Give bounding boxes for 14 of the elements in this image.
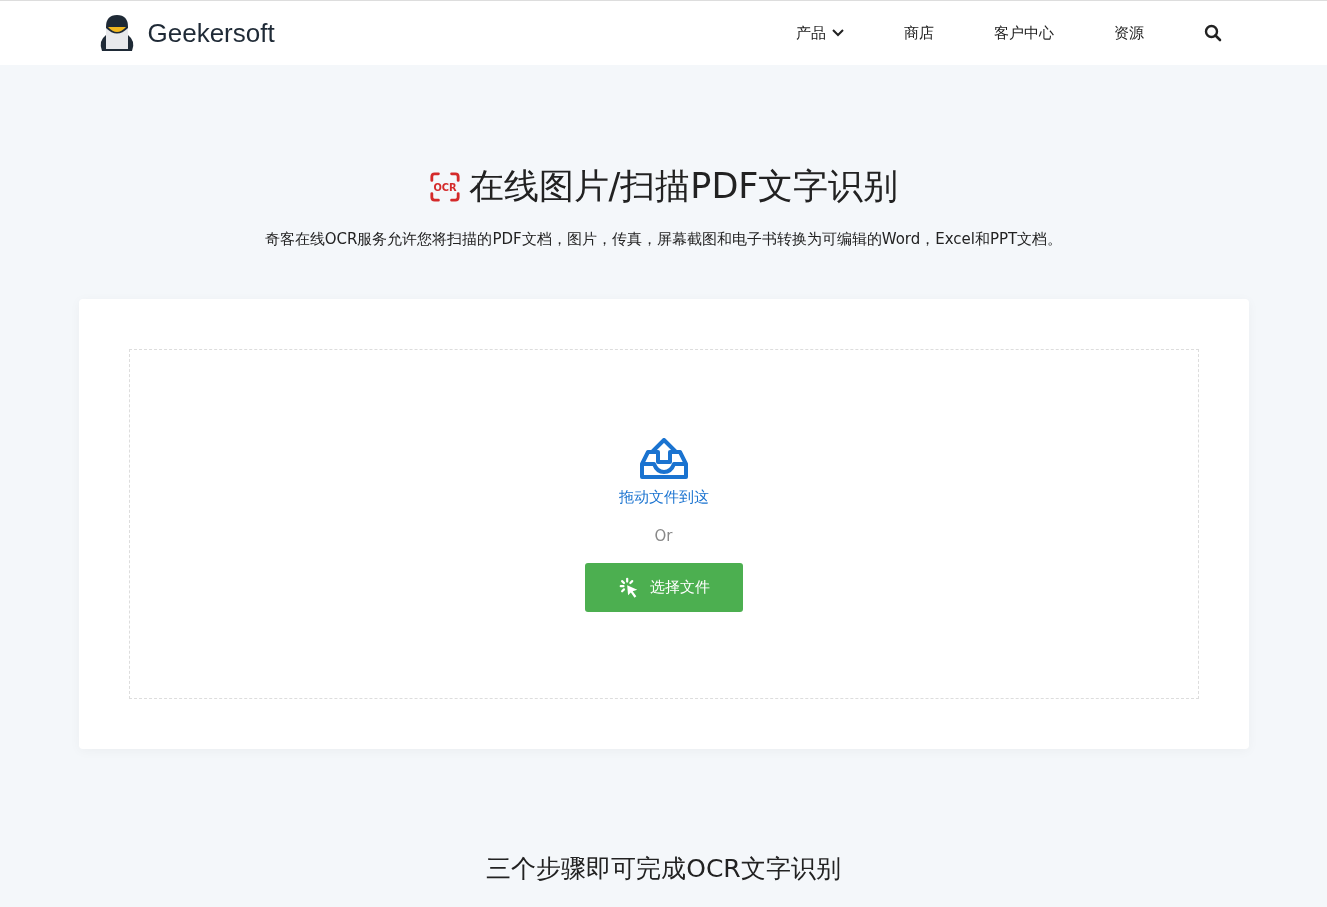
page-description: 奇客在线OCR服务允许您将扫描的PDF文档，图片，传真，屏幕截图和电子书转换为可编辑的Word，Excel和PPT文档。 <box>264 230 1063 249</box>
nav-link[interactable]: 商店 <box>903 23 934 43</box>
products-menu[interactable]: 产品 <box>795 23 844 43</box>
upload-tray-icon <box>638 438 689 480</box>
nav-link[interactable]: 资源 <box>1113 23 1144 43</box>
section-heading: 三个步骤即可完成OCR文字识别 <box>486 853 841 885</box>
nav-link[interactable]: 客户中心 <box>993 23 1054 43</box>
brand-name[interactable]: Geekersoft <box>147 17 275 49</box>
search-icon[interactable] <box>1203 24 1222 42</box>
page-title: 在线图片/扫描PDF文字识别 <box>468 165 899 208</box>
drop-zone[interactable]: 拖动文件到这 Or 选择文件 <box>128 349 1199 699</box>
drop-files-label: 拖动文件到这 <box>618 488 709 507</box>
cursor-click-icon <box>617 576 640 599</box>
or-label: Or <box>654 527 673 545</box>
